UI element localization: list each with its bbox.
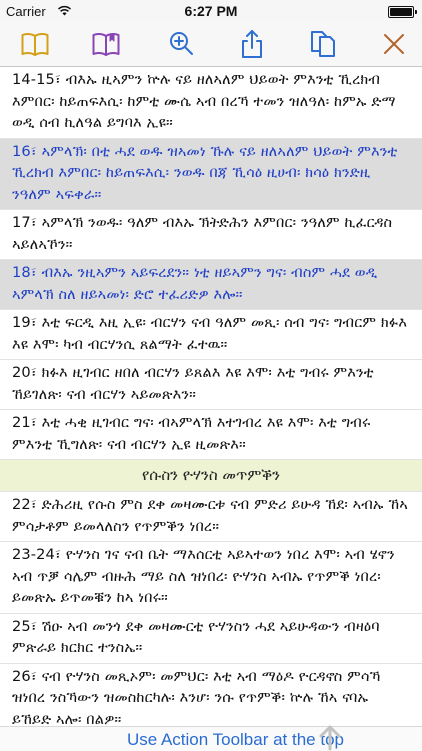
verse-text: እቲ ሓቂ ዚገብር ግና፡ ብኣምላኽ እተገብረ እዩ እሞ፡ እቲ ግብሩ…	[12, 414, 371, 453]
arrow-up-icon[interactable]	[316, 723, 344, 751]
verse-number: 26	[12, 667, 31, 685]
verse-row[interactable]: 16፣ ኣምላኽ፡ በቲ ሓደ ወዱ ዝኣመነ ኹሉ ናይ ዘለኣለም ህይወት…	[0, 138, 422, 210]
verse-separator: ፣	[30, 617, 42, 635]
verse-row[interactable]: 23-24፣ ዮሃንስ ገና ናብ ቤት ማእሰርቲ ኣይኣተወን ነበረ እሞ…	[0, 542, 422, 614]
verse-number: 25	[12, 617, 31, 635]
verse-separator: ፣	[30, 314, 42, 331]
close-icon[interactable]	[378, 28, 410, 60]
verse-row[interactable]: 18፣ ብእኡ ንዚኣምን ኣይፍረደን። ነቲ ዘይኣምን ግና፡ ብስም ሓ…	[0, 260, 422, 310]
verse-row[interactable]: 20፣ ክፉእ ዚገብር ዘበለ ብርሃን ይጸልእ እዩ እሞ፡ እቲ ግብሩ…	[0, 360, 422, 410]
action-toolbar	[0, 22, 422, 67]
verse-number: 17	[12, 214, 31, 231]
share-icon[interactable]	[236, 28, 268, 60]
verse-row[interactable]: 22፣ ድሕሪዚ የሱስ ምስ ደቀ መዛሙርቱ ናብ ምድሪ ይሁዳ ኸደ፡ …	[0, 492, 422, 542]
verse-row[interactable]: 25፣ ሽዑ ኣብ መንጎ ደቀ መዛሙርቲ ዮሃንስን ሓደ ኣይሁዳውን ብ…	[0, 614, 422, 664]
verse-number: 21	[12, 414, 31, 431]
verse-separator: ፣	[30, 214, 42, 231]
verse-separator: ፣	[54, 71, 66, 88]
verse-separator: ፣	[30, 667, 42, 685]
verse-number: 16	[12, 142, 31, 160]
clock: 6:27 PM	[184, 3, 238, 19]
open-book-icon[interactable]	[90, 28, 122, 60]
verse-text: ድሕሪዚ የሱስ ምስ ደቀ መዛሙርቱ ናብ ምድሪ ይሁዳ ኸደ፡ ኣብኡ …	[12, 496, 408, 535]
verse-separator: ፣	[30, 142, 42, 160]
verse-text: ዮሃንስ ገና ናብ ቤት ማእሰርቲ ኣይኣተወን ነበረ እሞ፡ ኣብ ሄኖ…	[12, 546, 395, 606]
verse-separator: ፣	[30, 264, 42, 281]
verse-row[interactable]: 14-15፣ ብእኡ ዚኣምን ኵሉ ናይ ዘለኣለም ህይወት ምእንቲ ኺረ…	[0, 67, 422, 139]
verse-text: ብእኡ ዚኣምን ኵሉ ናይ ዘለኣለም ህይወት ምእንቲ ኺረክብ እምበር…	[12, 71, 396, 131]
verse-row[interactable]: 17፣ ኣምላኽ ንወዱ፡ ዓለም ብእኡ ኽትድሕን እምበር፡ ንዓለም ኪ…	[0, 210, 422, 260]
verse-separator: ፣	[30, 496, 42, 513]
verse-text: ኣምላኽ፡ በቲ ሓደ ወዱ ዝኣመነ ኹሉ ናይ ዘለኣለም ህይወት ምእን…	[12, 142, 398, 203]
zoom-in-icon[interactable]	[165, 28, 197, 60]
verse-number: 14-15	[12, 71, 55, 88]
hint-text[interactable]: Use Action Toolbar at the top	[0, 730, 344, 750]
chapter-text[interactable]: 14-15፣ ብእኡ ዚኣምን ኵሉ ናይ ዘለኣለም ህይወት ምእንቲ ኺረ…	[0, 67, 422, 734]
verse-separator: ፣	[30, 414, 42, 431]
verse-text: ሽዑ ኣብ መንጎ ደቀ መዛሙርቲ ዮሃንስን ሓደ ኣይሁዳውን ብዛዕባ …	[12, 617, 380, 657]
bookmark-book-icon[interactable]	[19, 28, 51, 60]
verse-number: 18	[12, 264, 31, 281]
verse-row[interactable]: 21፣ እቲ ሓቂ ዚገብር ግና፡ ብኣምላኽ እተገብረ እዩ እሞ፡ እቲ…	[0, 410, 422, 460]
verse-row[interactable]: 19፣ እቲ ፍርዲ እዚ ኢዩ፡ ብርሃን ናብ ዓለም መጺ፡ ሰብ ግና፡…	[0, 310, 422, 360]
verse-text: ኣምላኽ ንወዱ፡ ዓለም ብእኡ ኽትድሕን እምበር፡ ንዓለም ኪፈርዳስ…	[12, 214, 393, 253]
verse-number: 23-24	[12, 546, 55, 563]
verse-number: 20	[12, 364, 31, 381]
copy-icon[interactable]	[307, 28, 339, 60]
verse-row[interactable]: 26፣ ናብ ዮሃንስ መጺኦም፡ መምህር፡ እቲ ኣብ ማዕዶ ዮርዳኖስ …	[0, 664, 422, 735]
verse-separator: ፣	[30, 364, 42, 381]
verse-separator: ፣	[54, 546, 66, 563]
verse-text: ክፉእ ዚገብር ዘበለ ብርሃን ይጸልእ እዩ እሞ፡ እቲ ግብሩ ምእን…	[12, 364, 374, 403]
section-heading: የሱስን ዮሃንስ መጥምቕን	[0, 460, 422, 492]
verse-number: 22	[12, 496, 31, 513]
battery-icon	[388, 6, 417, 18]
bottom-hint-bar: Use Action Toolbar at the top	[0, 723, 422, 751]
verse-text: እቲ ፍርዲ እዚ ኢዩ፡ ብርሃን ናብ ዓለም መጺ፡ ሰብ ግና፡ ግብር…	[12, 314, 408, 353]
verse-text: ብእኡ ንዚኣምን ኣይፍረደን። ነቲ ዘይኣምን ግና፡ ብስም ሓደ ወዲ…	[12, 264, 378, 303]
verse-number: 19	[12, 314, 31, 331]
status-bar: Carrier 6:27 PM	[0, 0, 422, 22]
verse-text: ናብ ዮሃንስ መጺኦም፡ መምህር፡ እቲ ኣብ ማዕዶ ዮርዳኖስ ምሳኻ …	[12, 667, 381, 728]
